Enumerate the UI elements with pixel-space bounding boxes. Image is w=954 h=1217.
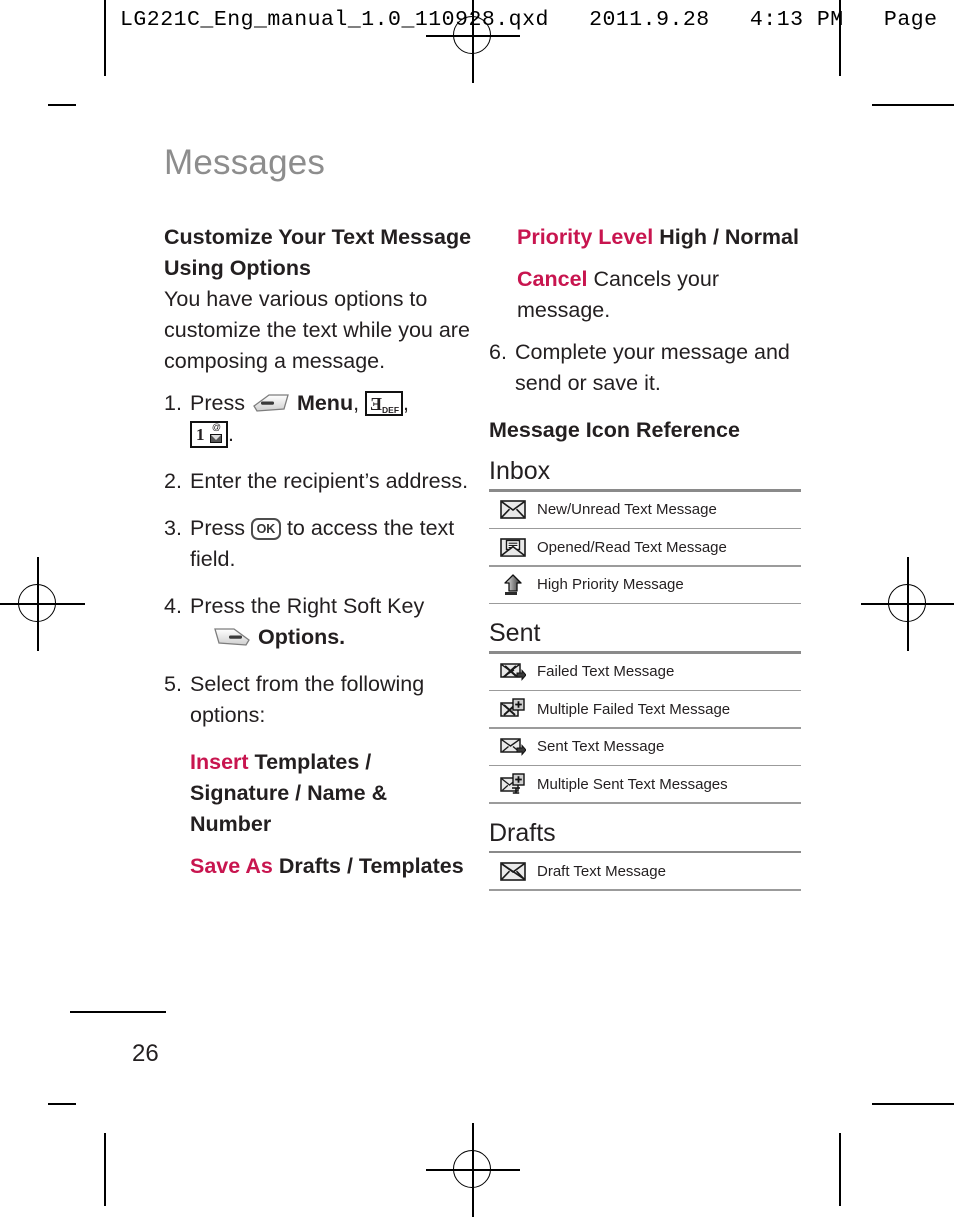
up-arrow-priority-icon (489, 573, 537, 596)
table-cell-label: Failed Text Message (537, 663, 675, 680)
option-cancel-label: Cancel (517, 267, 588, 291)
option-priority-level-label: Priority Level (517, 225, 654, 249)
step-4-number: 4. (164, 594, 182, 618)
footer-rule (70, 1011, 166, 1013)
page-title: Messages (164, 143, 326, 182)
crop-line-top-left (104, 0, 106, 76)
table-row: Failed Text Message (489, 654, 801, 690)
step-5-number: 5. (164, 672, 182, 696)
option-save-as-label: Save As (190, 854, 273, 878)
envelope-multiple-failed-icon (489, 698, 537, 720)
step-1: 1. Press Menu, E DEF , 1 @ . (164, 388, 474, 450)
step-6-number: 6. (489, 340, 507, 364)
table-cell-label: Sent Text Message (537, 738, 665, 755)
step-3-text: Press OK to access the text field. (190, 513, 474, 575)
step-3-verb: Press (190, 516, 245, 540)
option-insert-label: Insert (190, 750, 249, 774)
table-cell-label: High Priority Message (537, 576, 684, 593)
table-row: Sent Text Message (489, 729, 801, 765)
registration-mark-right (861, 557, 954, 651)
table-row: New/Unread Text Message (489, 492, 801, 528)
table-row: Draft Text Message (489, 853, 801, 889)
step-2-number: 2. (164, 469, 182, 493)
right-column: Priority Level High / Normal Cancel Canc… (489, 222, 801, 891)
icon-group-inbox: Inbox New/Unread Text Message Opened/Rea… (489, 456, 801, 604)
registration-mark-top (426, 0, 520, 83)
icon-group-sent-title: Sent (489, 619, 541, 647)
step-3-number: 3. (164, 516, 182, 540)
manual-page: LG221C_Eng_manual_1.0_110928.qxd 2011.9.… (0, 0, 954, 1217)
icon-group-drafts-title: Drafts (489, 818, 556, 847)
ok-key-icon: OK (250, 518, 281, 540)
table-cell-label: New/Unread Text Message (537, 501, 717, 518)
page-number: 26 (132, 1040, 159, 1067)
step-5-text: Select from the following options: (190, 672, 425, 727)
right-soft-key-icon (212, 626, 252, 648)
step-6: 6. Complete your message and send or sav… (489, 337, 801, 399)
option-save-as-value: Drafts / Templates (278, 854, 464, 878)
table-row: High Priority Message (489, 567, 801, 603)
step-2-text: Enter the recipient’s address. (190, 469, 469, 493)
registration-mark-bottom (426, 1123, 520, 1217)
crop-mark-top-right (872, 104, 954, 106)
step-1-comma: , (353, 391, 360, 415)
section-intro: You have various options to customize th… (164, 287, 470, 373)
table-cell-label: Draft Text Message (537, 862, 666, 880)
envelope-multiple-sent-icon (489, 773, 537, 795)
crop-mark-bottom-right (872, 1103, 954, 1105)
envelope-draft-icon (489, 861, 537, 881)
icon-group-drafts: Drafts Draft Text Message (489, 818, 801, 891)
option-save-as: Save As Drafts / Templates (164, 851, 474, 882)
step-3: 3. Press OK to access the text field. (164, 513, 474, 575)
crop-mark-top-left (48, 104, 76, 106)
crop-line-bottom-left (104, 1133, 106, 1206)
icon-group-inbox-title: Inbox (489, 457, 551, 485)
step-1-verb: Press (190, 391, 245, 415)
table-cell-label: Opened/Read Text Message (537, 538, 727, 556)
print-header-text: LG221C_Eng_manual_1.0_110928.qxd 2011.9.… (120, 8, 938, 32)
option-priority-level-value: High / Normal (659, 225, 799, 249)
crop-line-bottom-right (839, 1133, 841, 1206)
divider (489, 889, 801, 891)
envelope-failed-icon (489, 662, 537, 682)
step-6-text: Complete your message and send or save i… (515, 340, 790, 395)
option-priority-level: Priority Level High / Normal (489, 222, 801, 253)
envelope-closed-icon (489, 500, 537, 519)
table-row: Multiple Failed Text Message (489, 691, 801, 727)
step-1-number: 1. (164, 391, 182, 415)
envelope-sent-icon (489, 737, 537, 757)
step-5: 5. Select from the following options: (164, 669, 474, 731)
step-1-text: Press Menu, E DEF , 1 @ . (190, 391, 410, 448)
icon-group-sent: Sent Failed Text Message Multiple Failed… (489, 618, 801, 804)
step-2: 2. Enter the recipient’s address. (164, 466, 474, 497)
step-1-menu-label: Menu (296, 391, 354, 415)
step-4-options-label: Options. (257, 625, 346, 649)
left-soft-key-icon (251, 392, 291, 414)
crop-line-top-right (839, 0, 841, 76)
ok-key-label: OK (256, 522, 276, 536)
keypad-key-1-icon: 1 @ (190, 421, 228, 448)
crop-mark-bottom-left (48, 1103, 76, 1105)
envelope-open-read-icon (489, 537, 537, 557)
table-cell-label: Multiple Failed Text Message (537, 700, 731, 718)
table-row: Multiple Sent Text Messages (489, 766, 801, 802)
step-4-text: Press the Right Soft Key Options. (190, 591, 474, 653)
keypad-key-3-icon: E DEF (365, 391, 404, 416)
table-row: Opened/Read Text Message (489, 529, 801, 565)
table-cell-label: Multiple Sent Text Messages (537, 775, 728, 793)
icon-reference-heading: Message Icon Reference (489, 418, 740, 442)
left-column: Customize Your Text Message Using Option… (164, 222, 474, 882)
option-cancel: Cancel Cancels your message. (489, 264, 801, 326)
step-4: 4. Press the Right Soft Key Options. (164, 591, 474, 653)
option-insert: Insert Templates / Signature / Name & Nu… (164, 747, 474, 840)
section-heading: Customize Your Text Message Using Option… (164, 225, 472, 280)
step-4-label: Press the Right Soft Key (190, 594, 425, 618)
registration-mark-left (0, 557, 85, 651)
